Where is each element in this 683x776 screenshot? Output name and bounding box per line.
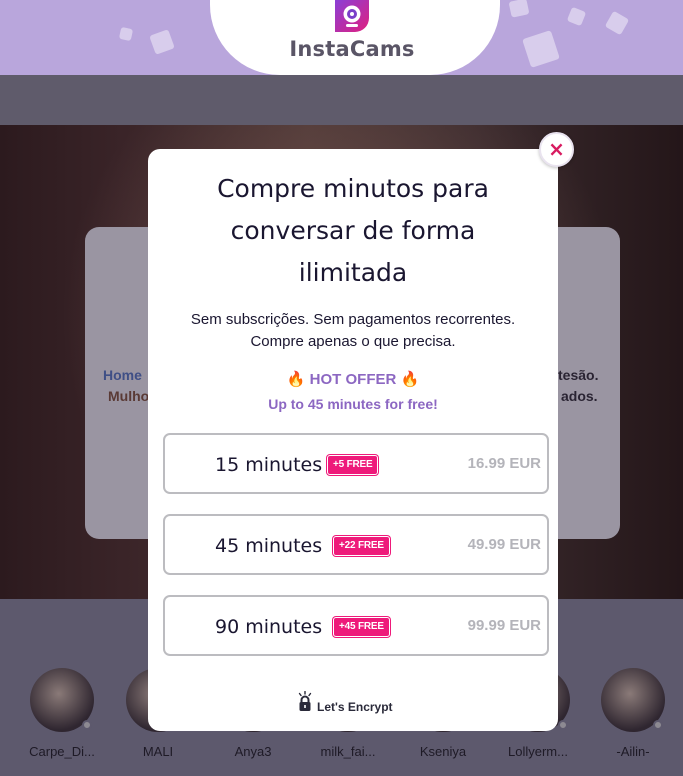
model-card[interactable]: -Ailin- <box>591 668 675 759</box>
model-name: Kseniya <box>419 744 467 759</box>
model-name: milk_fai... <box>320 744 376 759</box>
package-minutes: 15 minutes <box>215 454 323 476</box>
status-dot <box>653 720 663 730</box>
package-option-45[interactable]: 45 minutes +22 FREE 49.99 EUR <box>163 514 549 575</box>
modal-subtitle-line: Compre apenas o que precisa. <box>250 333 456 350</box>
hero-text-right-1: tesão. <box>558 367 599 383</box>
close-icon[interactable]: × <box>541 134 572 165</box>
model-card[interactable]: Carpe_Di... <box>20 668 104 759</box>
free-minutes-badge: +45 FREE <box>333 617 390 637</box>
hot-offer-label: HOT OFFER <box>309 371 397 388</box>
status-dot <box>82 720 92 730</box>
decor-square <box>149 29 175 55</box>
modal-title-line: Compre minutos para <box>217 174 489 203</box>
model-name: Anya3 <box>234 744 272 759</box>
decor-square <box>118 26 134 42</box>
package-minutes: 90 minutes <box>215 616 323 638</box>
model-name: MALI <box>142 744 174 759</box>
brand-name[interactable]: InstaCams <box>252 37 452 61</box>
modal-subtitle-line: Sem subscrições. Sem pagamentos recorren… <box>190 311 516 328</box>
model-name: -Ailin- <box>616 744 650 759</box>
package-price: 49.99 EUR <box>467 536 541 553</box>
site-header: InstaCams <box>0 0 683 75</box>
model-name: Carpe_Di... <box>29 744 95 759</box>
hero-text-left: Mulho <box>108 388 150 404</box>
navigation-bar <box>0 75 683 125</box>
modal-title-line: conversar de forma <box>230 216 476 245</box>
lock-icon <box>298 691 312 711</box>
free-minutes-badge: +22 FREE <box>333 536 390 556</box>
modal-title: Compre minutos para conversar de forma i… <box>190 168 516 294</box>
package-option-90[interactable]: 90 minutes +45 FREE 99.99 EUR <box>163 595 549 656</box>
modal-subtitle: Sem subscrições. Sem pagamentos recorren… <box>160 309 546 353</box>
modal-title-line: ilimitada <box>298 258 408 287</box>
free-minutes-badge: +5 FREE <box>327 455 379 475</box>
status-dot <box>558 720 568 730</box>
avatar[interactable] <box>601 668 665 732</box>
model-name: Lollyerm... <box>508 744 568 759</box>
package-minutes: 45 minutes <box>215 535 323 557</box>
breadcrumb-home-link[interactable]: Home <box>103 367 142 383</box>
avatar[interactable] <box>30 668 94 732</box>
fire-icon: 🔥 <box>400 370 420 388</box>
webcam-logo-icon[interactable] <box>331 0 373 32</box>
fire-icon: 🔥 <box>286 370 306 388</box>
package-option-15[interactable]: 15 minutes +5 FREE 16.99 EUR <box>163 433 549 494</box>
package-price: 99.99 EUR <box>467 617 541 634</box>
hero-text-right-2: ados. <box>561 388 598 404</box>
decor-square <box>508 0 530 18</box>
hot-offer-heading: 🔥 HOT OFFER 🔥 <box>160 370 546 388</box>
decor-square <box>522 30 560 68</box>
package-price: 16.99 EUR <box>467 455 541 472</box>
decor-square <box>566 6 587 27</box>
decor-square <box>604 10 630 36</box>
security-label: Let's Encrypt <box>317 700 393 714</box>
hot-offer-subtext: Up to 45 minutes for free! <box>268 396 438 412</box>
close-button[interactable]: × <box>539 132 574 167</box>
